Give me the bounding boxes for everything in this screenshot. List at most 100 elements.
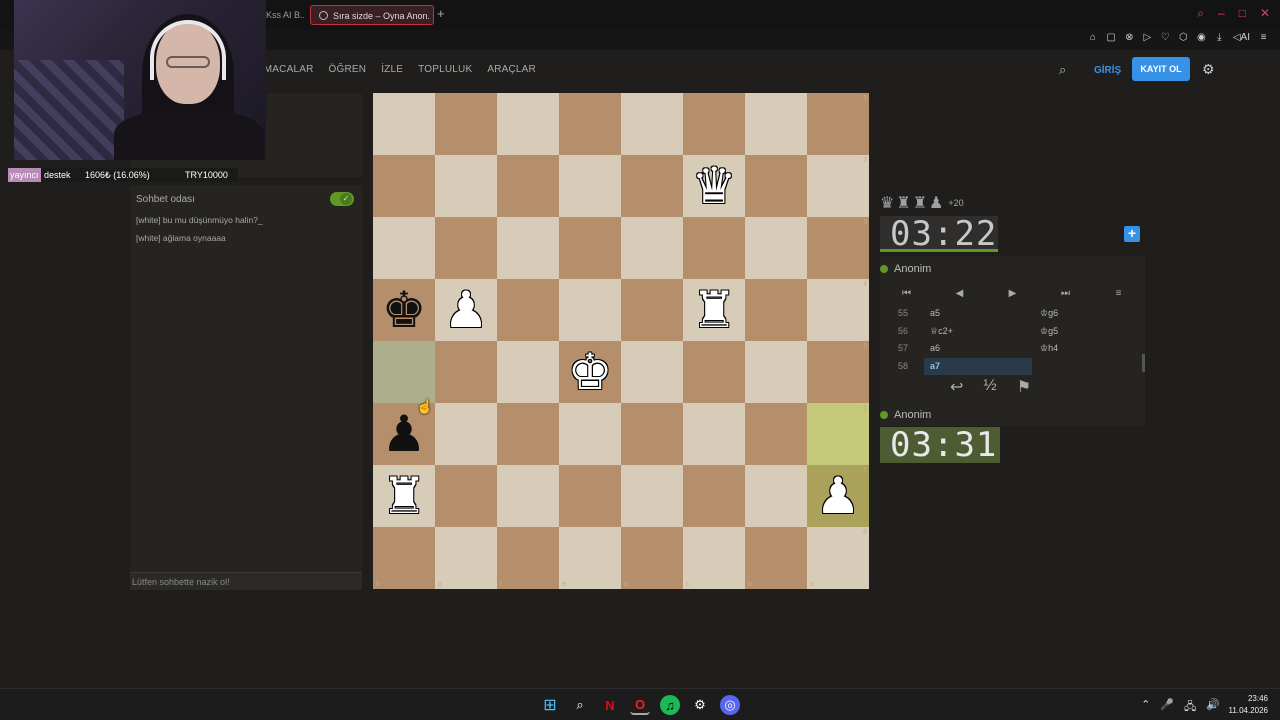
square-e1[interactable]: [559, 93, 621, 155]
square-d5[interactable]: [621, 341, 683, 403]
search-icon[interactable]: ⌕: [1059, 62, 1066, 78]
square-f3[interactable]: [497, 217, 559, 279]
close-button[interactable]: ✕: [1260, 6, 1270, 21]
next-move-button[interactable]: ▶: [986, 288, 1039, 299]
square-b1[interactable]: [745, 93, 807, 155]
square-c5[interactable]: [683, 341, 745, 403]
toolbar-icon[interactable]: ≡: [1259, 32, 1268, 43]
square-e4[interactable]: [559, 279, 621, 341]
square-h4[interactable]: ♚: [373, 279, 435, 341]
square-b7[interactable]: [745, 465, 807, 527]
white-piece-a7[interactable]: ♟: [816, 465, 861, 527]
square-f5[interactable]: [497, 341, 559, 403]
white-piece-c2[interactable]: ♛: [692, 155, 737, 217]
white-piece-g4[interactable]: ♟: [444, 279, 489, 341]
square-e5[interactable]: ♚: [559, 341, 621, 403]
draw-offer-button[interactable]: ½: [983, 377, 996, 397]
square-e8[interactable]: e: [559, 527, 621, 589]
black-move[interactable]: ♔g5: [1034, 323, 1142, 340]
toolbar-icon[interactable]: ◁AI: [1233, 32, 1250, 43]
volume-icon[interactable]: 🔊: [1206, 698, 1220, 717]
opera-icon[interactable]: O: [630, 695, 650, 715]
chat-toggle[interactable]: [330, 192, 354, 206]
square-c8[interactable]: c: [683, 527, 745, 589]
square-a3[interactable]: 3: [807, 217, 869, 279]
toolbar-icon[interactable]: ◉: [1197, 32, 1206, 43]
square-g7[interactable]: [435, 465, 497, 527]
square-c6[interactable]: [683, 403, 745, 465]
square-d7[interactable]: [621, 465, 683, 527]
square-d2[interactable]: [621, 155, 683, 217]
square-g6[interactable]: [435, 403, 497, 465]
first-move-button[interactable]: ⏮: [880, 288, 933, 299]
toolbar-icon[interactable]: ▢: [1106, 32, 1115, 43]
move-list-scrollbar[interactable]: [1142, 354, 1145, 372]
resign-flag-icon[interactable]: ⚑: [1017, 377, 1031, 397]
toolbar-icon[interactable]: ⬡: [1179, 32, 1188, 43]
steam-icon[interactable]: ⚙: [690, 695, 710, 715]
square-h1[interactable]: [373, 93, 435, 155]
nav-puzzles[interactable]: LMACALAR: [258, 64, 314, 75]
signup-button[interactable]: KAYIT OL: [1132, 57, 1190, 81]
chess-board[interactable]: 1 ♛ 2 3 ♚ ♟ ♜ 4 ♚ 5 ♟ 6 ♜ ♟ 7 h g f e d c b 8 a: [373, 93, 869, 589]
square-h7[interactable]: ♜: [373, 465, 435, 527]
square-d6[interactable]: [621, 403, 683, 465]
white-piece-h7[interactable]: ♜: [382, 465, 427, 527]
square-b2[interactable]: [745, 155, 807, 217]
discord-icon[interactable]: ◎: [720, 695, 740, 715]
square-d8[interactable]: d: [621, 527, 683, 589]
square-e6[interactable]: [559, 403, 621, 465]
maximize-button[interactable]: □: [1239, 6, 1246, 21]
square-g5[interactable]: [435, 341, 497, 403]
new-tab-button[interactable]: +: [437, 6, 445, 21]
square-h3[interactable]: [373, 217, 435, 279]
square-e3[interactable]: [559, 217, 621, 279]
square-g1[interactable]: [435, 93, 497, 155]
square-g8[interactable]: g: [435, 527, 497, 589]
spotify-icon[interactable]: ♫: [660, 695, 680, 715]
square-c2[interactable]: ♛: [683, 155, 745, 217]
system-clock[interactable]: 23:46 11.04.2026: [1229, 693, 1268, 717]
add-time-button[interactable]: +: [1124, 226, 1140, 242]
toolbar-icon[interactable]: ⌂: [1088, 32, 1097, 43]
square-d4[interactable]: [621, 279, 683, 341]
nav-learn[interactable]: ÖĞREN: [329, 64, 367, 75]
login-link[interactable]: GİRİŞ: [1094, 65, 1121, 76]
square-b3[interactable]: [745, 217, 807, 279]
white-move[interactable]: a6: [924, 340, 1032, 357]
windows-start-icon[interactable]: ⊞: [540, 695, 560, 715]
square-a2[interactable]: 2: [807, 155, 869, 217]
gear-icon[interactable]: ⚙: [1202, 61, 1215, 78]
square-d3[interactable]: [621, 217, 683, 279]
square-c3[interactable]: [683, 217, 745, 279]
black-move[interactable]: ♔g6: [1034, 305, 1142, 322]
chat-input[interactable]: Lütfen sohbette nazik ol!: [130, 572, 362, 590]
square-a4[interactable]: 4: [807, 279, 869, 341]
square-e2[interactable]: [559, 155, 621, 217]
square-f2[interactable]: [497, 155, 559, 217]
toolbar-icon[interactable]: ⤓: [1215, 32, 1224, 43]
toolbar-icon[interactable]: ♡: [1161, 32, 1170, 43]
square-f7[interactable]: [497, 465, 559, 527]
nav-community[interactable]: TOPLULUK: [418, 64, 472, 75]
square-h5[interactable]: [373, 341, 435, 403]
toolbar-icon[interactable]: ▷: [1143, 32, 1152, 43]
square-c7[interactable]: [683, 465, 745, 527]
square-b6[interactable]: [745, 403, 807, 465]
white-move[interactable]: ♕c2+: [924, 323, 1032, 340]
square-a1[interactable]: 1: [807, 93, 869, 155]
square-f1[interactable]: [497, 93, 559, 155]
nav-tools[interactable]: ARAÇLAR: [487, 64, 536, 75]
white-piece-e5[interactable]: ♚: [568, 341, 613, 403]
nav-watch[interactable]: İZLE: [381, 64, 403, 75]
network-icon[interactable]: 🖧: [1184, 698, 1196, 717]
white-move[interactable]: a5: [924, 305, 1032, 322]
square-b8[interactable]: b: [745, 527, 807, 589]
square-g2[interactable]: [435, 155, 497, 217]
tab-lichess[interactable]: Sıra sizde – Oyna Anon. •: [310, 5, 434, 25]
square-b4[interactable]: [745, 279, 807, 341]
black-piece-h4[interactable]: ♚: [382, 279, 427, 341]
square-f8[interactable]: f: [497, 527, 559, 589]
tray-overflow-icon[interactable]: ⌃: [1141, 698, 1150, 717]
square-f6[interactable]: [497, 403, 559, 465]
